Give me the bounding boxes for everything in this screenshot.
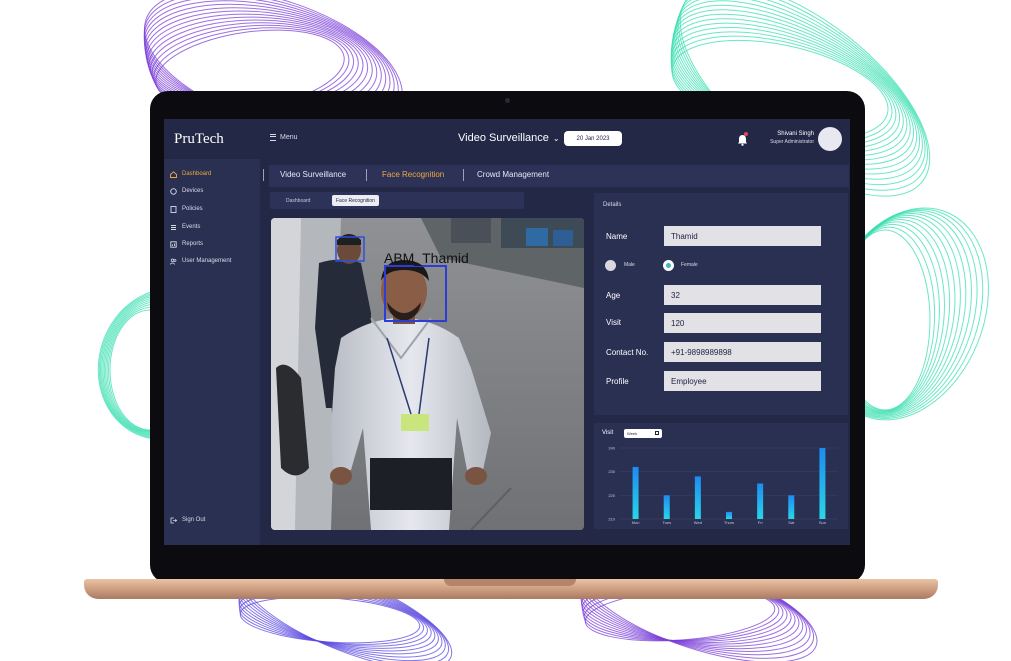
sidebar-item-dashboard[interactable]: Dashboard	[170, 169, 211, 179]
top-bar: PruTech Menu Video Surveillance ⌄ 20 Jan…	[164, 119, 850, 159]
page-title: Video Surveillance	[458, 132, 549, 144]
period-select[interactable]: Week	[624, 429, 662, 438]
visit-label: Visit	[606, 318, 621, 327]
x-tick-label: Wed	[694, 520, 702, 525]
sidebar-item-label: Policies	[182, 206, 203, 212]
camera-feed[interactable]: ABM_Thamid	[271, 218, 584, 530]
sign-out-label: Sign Out	[182, 517, 206, 523]
bar-sat[interactable]	[788, 495, 795, 519]
laptop-base	[84, 579, 938, 599]
home-icon	[170, 170, 177, 178]
sidebar-item-events[interactable]: Events	[170, 222, 200, 232]
x-tick-label: Fri	[758, 520, 763, 525]
y-tick-label: 240	[608, 446, 615, 451]
y-tick-label: 230	[608, 469, 615, 474]
name-label: Name	[606, 232, 628, 241]
bar-thurs[interactable]	[726, 511, 732, 519]
chevron-down-icon: ⌄	[552, 133, 560, 143]
date-picker[interactable]: 20 Jan 2023	[564, 131, 622, 146]
user-role: Super Administrator	[770, 139, 814, 145]
breadcrumb-face-recognition[interactable]: Face Recognition	[332, 195, 379, 206]
x-tick-label: Mon	[632, 520, 640, 525]
notification-bell-icon[interactable]	[737, 132, 748, 146]
period-value: Week	[627, 431, 638, 436]
breadcrumb-dashboard[interactable]: Dashboard	[282, 195, 314, 206]
hamburger-icon	[270, 134, 276, 141]
sign-out-icon	[170, 517, 177, 523]
age-field[interactable]: 32	[664, 285, 821, 305]
sidebar-item-devices[interactable]: Devices	[170, 186, 203, 196]
sidebar-item-user-management[interactable]: User Management	[170, 256, 231, 266]
gender-male-radio[interactable]	[605, 260, 616, 271]
laptop-notch	[444, 579, 576, 586]
tab-face-recognition[interactable]: Face Recognition	[382, 170, 444, 179]
detected-face-label: ABM_Thamid	[384, 250, 469, 266]
details-title: Details	[603, 202, 622, 208]
x-tick-label: Sat	[788, 520, 795, 525]
gender-female-radio[interactable]	[663, 260, 674, 271]
menu-label: Menu	[280, 134, 298, 141]
name-field[interactable]: Thamid	[664, 226, 821, 246]
tab-separator	[263, 169, 264, 181]
bar-mon[interactable]	[632, 466, 639, 519]
avatar[interactable]	[818, 127, 842, 151]
sidebar-item-label: Events	[182, 224, 201, 230]
bar-sun[interactable]	[819, 448, 826, 519]
reports-icon	[170, 240, 177, 248]
bar-fri[interactable]	[757, 483, 764, 520]
app-screen: PruTech Menu Video Surveillance ⌄ 20 Jan…	[164, 119, 850, 545]
gender-male-label: Male	[624, 262, 635, 268]
details-panel: Details Name Thamid Male Female Age 32 V…	[594, 193, 848, 415]
menu-button[interactable]: Menu	[270, 134, 298, 141]
sidebar-item-label: User Management	[182, 258, 232, 264]
bar-tues[interactable]	[663, 495, 670, 519]
tab-separator	[366, 169, 367, 181]
sidebar-item-label: Reports	[182, 241, 204, 247]
age-label: Age	[606, 291, 621, 300]
chart-title: Visit	[602, 430, 614, 436]
policies-icon	[170, 205, 177, 213]
sign-out-button[interactable]: Sign Out	[170, 515, 205, 525]
tab-bar: Video Surveillance Face Recognition Crow…	[263, 165, 849, 187]
devices-icon	[170, 187, 177, 195]
sidebar-item-reports[interactable]: Reports	[170, 239, 203, 249]
tab-crowd-management[interactable]: Crowd Management	[477, 170, 549, 179]
brand-logo: PruTech	[174, 131, 224, 147]
breadcrumb: Dashboard Face Recognition	[270, 192, 524, 209]
gender-female-label: Female	[681, 262, 698, 268]
sidebar-item-label: Dashboard	[182, 171, 212, 177]
profile-label: Profile	[606, 377, 629, 386]
events-icon	[171, 224, 176, 230]
tab-video-surveillance[interactable]: Video Surveillance	[280, 170, 346, 179]
camera-feed-image: ABM_Thamid	[271, 218, 584, 530]
y-tick-label: 220	[608, 493, 615, 498]
visit-field[interactable]: 120	[664, 313, 821, 333]
profile-field[interactable]: Employee	[664, 371, 821, 391]
visit-chart-panel: 210 220 230 240 Mon Tues Wed Thurs Fri Sat Sun Vis…	[594, 423, 848, 529]
contact-field[interactable]: +91-9898989898	[664, 342, 821, 362]
contact-label: Contact No.	[606, 348, 649, 357]
notification-dot	[744, 132, 748, 136]
users-icon	[170, 258, 177, 265]
x-tick-label: Thurs	[724, 520, 734, 525]
sidebar-item-policies[interactable]: Policies	[170, 204, 203, 214]
sidebar-item-label: Devices	[182, 188, 204, 194]
x-tick-label: Tues	[662, 520, 671, 525]
calendar-icon	[655, 431, 659, 435]
user-name: Shivani Singh	[777, 131, 814, 137]
visit-bar-chart: 210 220 230 240 Mon Tues Wed Thurs Fri Sat Sun	[608, 446, 838, 525]
camera-icon	[505, 98, 510, 103]
y-tick-label: 210	[608, 517, 615, 522]
x-tick-label: Sun	[819, 520, 826, 525]
tab-separator	[463, 169, 464, 181]
bar-wed[interactable]	[694, 476, 701, 519]
page-title-dropdown[interactable]: Video Surveillance ⌄	[458, 132, 560, 144]
sidebar: Dashboard Devices Policies Events Report…	[164, 159, 260, 545]
